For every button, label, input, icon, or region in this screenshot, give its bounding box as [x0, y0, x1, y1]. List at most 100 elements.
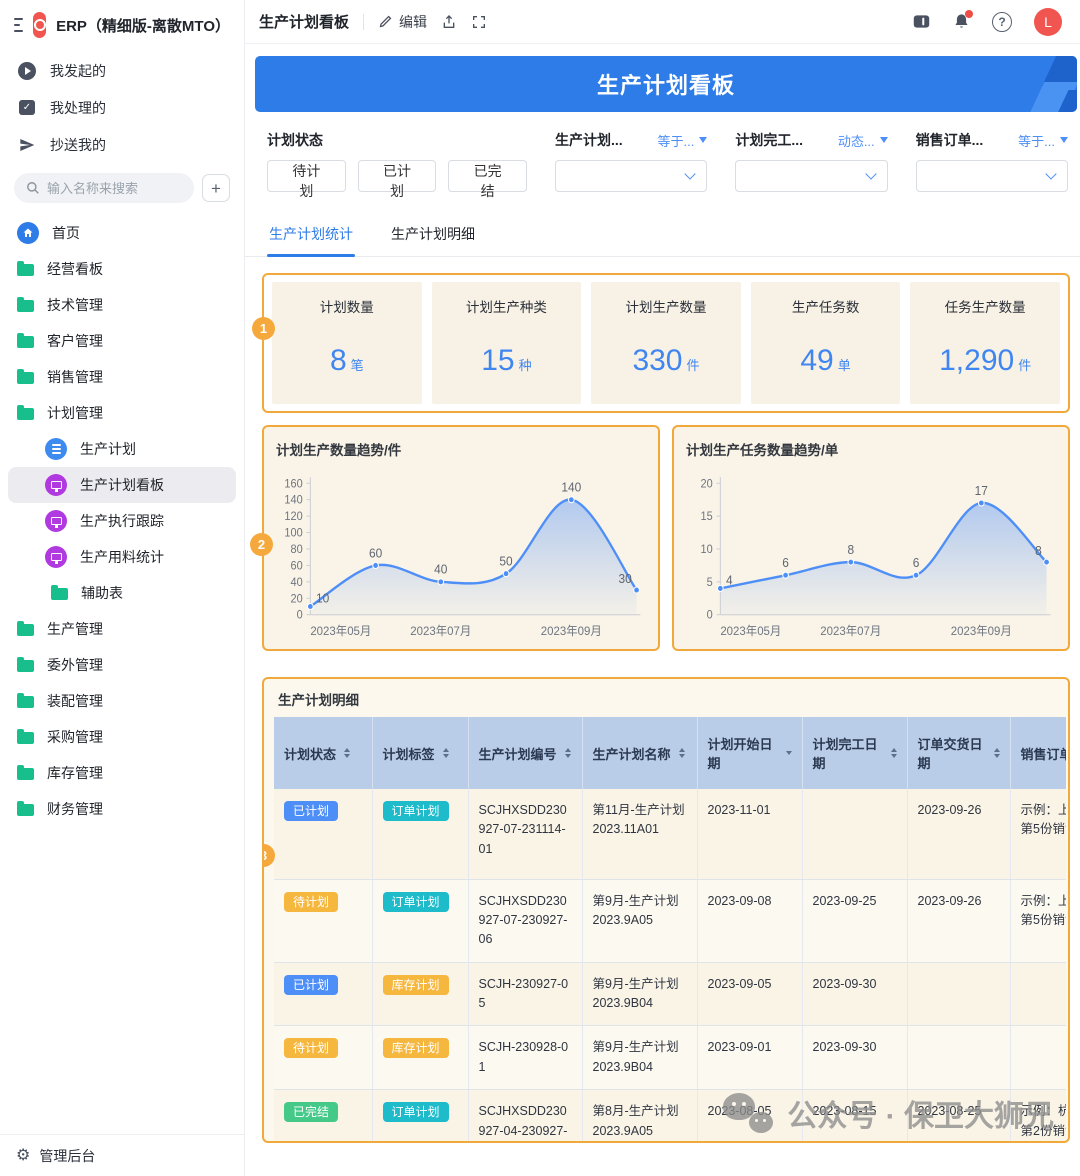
menu-toggle-icon[interactable]	[14, 18, 24, 32]
sidebar-item-assembly-mgmt[interactable]: 装配管理	[8, 683, 236, 719]
svg-text:40: 40	[291, 577, 303, 589]
svg-text:8: 8	[1035, 544, 1042, 558]
svg-text:60: 60	[369, 546, 382, 560]
sort-icon[interactable]	[564, 748, 571, 758]
sidebar-item-plan-mgmt[interactable]: 计划管理	[8, 395, 236, 431]
svg-text:2023年07月: 2023年07月	[410, 624, 471, 638]
tag-badge: 订单计划	[382, 1102, 449, 1123]
help-icon[interactable]: ?	[992, 11, 1012, 32]
avatar[interactable]: L	[1034, 7, 1062, 36]
sidebar-header: ERP（精细版-离散MTO）	[0, 0, 244, 46]
svg-text:20: 20	[701, 478, 713, 490]
operator-dropdown[interactable]: 等于...	[1018, 131, 1068, 150]
tag-badge: 库存计划	[382, 1038, 449, 1059]
sidebar-item-production-exec-track[interactable]: 生产执行跟踪	[8, 503, 236, 539]
sales-order-select[interactable]	[915, 160, 1068, 192]
sort-icon[interactable]	[890, 748, 897, 758]
operator-dropdown[interactable]: 等于...	[657, 131, 708, 150]
production-plan-select[interactable]	[555, 160, 708, 192]
sidebar-item-production-plan[interactable]: 生产计划	[8, 431, 236, 467]
filter-finished-button[interactable]: 已完结	[448, 160, 528, 199]
folder-icon	[17, 657, 34, 672]
page-title: 生产计划看板	[259, 14, 350, 31]
svg-text:20: 20	[291, 593, 303, 605]
filter-production-plan: 生产计划... 等于...	[555, 130, 708, 192]
svg-text:6: 6	[782, 556, 789, 570]
sidebar-item-finance-mgmt[interactable]: 财务管理	[8, 791, 236, 827]
search-box[interactable]	[14, 173, 194, 203]
svg-text:60: 60	[291, 560, 303, 572]
filter-plan-finish: 计划完工... 动态...	[735, 130, 888, 192]
sidebar-item-sales-mgmt[interactable]: 销售管理	[8, 359, 236, 395]
share-icon[interactable]	[441, 14, 457, 30]
sidebar-item-inventory-mgmt[interactable]: 库存管理	[8, 755, 236, 791]
tag-badge: 订单计划	[382, 891, 449, 912]
filter-pending-button[interactable]: 待计划	[267, 160, 346, 199]
app-logo-icon[interactable]	[33, 12, 47, 38]
table-row[interactable]: 已完结 订单计划 SCJHXSDD230927-04-230927-04 第8月…	[274, 1089, 1066, 1141]
col-sales-order[interactable]: 销售订单	[1010, 717, 1066, 789]
table-row[interactable]: 待计划 订单计划 SCJHXSDD230927-07-230927-06 第9月…	[274, 879, 1066, 963]
col-start-date[interactable]: 计划开始日期	[697, 717, 803, 789]
table-row[interactable]: 待计划 库存计划 SCJH-230928-01 第9月-生产计划 2023.9B…	[274, 1025, 1066, 1091]
svg-text:10: 10	[701, 544, 713, 556]
topbar: 生产计划看板 编辑 ? L	[245, 0, 1080, 44]
svg-text:2023年05月: 2023年05月	[310, 624, 371, 638]
sidebar-item-production-material-stats[interactable]: 生产用料统计	[8, 539, 236, 575]
sort-icon[interactable]	[678, 748, 685, 758]
svg-text:50: 50	[499, 554, 512, 568]
sidebar-item-outsourcing-mgmt[interactable]: 委外管理	[8, 647, 236, 683]
add-button[interactable]: +	[202, 174, 230, 202]
fullscreen-icon[interactable]	[471, 14, 487, 30]
svg-text:30: 30	[619, 572, 632, 586]
sort-icon[interactable]	[993, 748, 1000, 758]
table-scroll-area[interactable]: 计划状态 计划标签 生产计划编号 生产计划名称 计划开始日期 计划完工日期 订单…	[274, 717, 1066, 1141]
sidebar-item-aux-table[interactable]: 辅助表	[8, 575, 236, 611]
svg-text:160: 160	[284, 478, 302, 490]
sidebar-item-production-plan-board[interactable]: 生产计划看板	[8, 467, 236, 503]
notifications-bell-icon[interactable]	[953, 10, 973, 30]
svg-text:2023年05月: 2023年05月	[720, 624, 781, 638]
col-finish-date[interactable]: 计划完工日期	[802, 717, 908, 789]
svg-text:140: 140	[284, 494, 302, 506]
table-row[interactable]: 已计划 订单计划 SCJHXSDD230927-07-231114-01 第11…	[274, 789, 1066, 880]
panel-toggle-icon[interactable]	[912, 13, 931, 30]
filter-planned-button[interactable]: 已计划	[357, 160, 437, 199]
col-plan-status[interactable]: 计划状态	[274, 717, 373, 789]
tasks-icon: ✓	[17, 98, 37, 118]
col-plan-name[interactable]: 生产计划名称	[582, 717, 698, 789]
search-input[interactable]	[47, 180, 177, 196]
triangle-down-icon	[1059, 137, 1068, 143]
folder-icon	[17, 369, 34, 384]
nav-my-initiated[interactable]: 我发起的	[0, 52, 244, 89]
status-badge: 待计划	[284, 891, 339, 912]
col-delivery-date[interactable]: 订单交货日期	[907, 717, 1011, 789]
sidebar-item-home[interactable]: 首页	[8, 215, 236, 251]
col-plan-tag[interactable]: 计划标签	[372, 717, 469, 789]
sidebar-item-production-mgmt[interactable]: 生产管理	[8, 611, 236, 647]
sort-icon[interactable]	[344, 748, 351, 758]
sidebar-item-business-board[interactable]: 经营看板	[8, 251, 236, 287]
folder-icon	[17, 621, 34, 636]
sidebar-item-customer-mgmt[interactable]: 客户管理	[8, 323, 236, 359]
nav-my-todo[interactable]: ✓ 我处理的	[0, 89, 244, 126]
tab-plan-statistics[interactable]: 生产计划统计	[267, 214, 355, 257]
sort-desc-icon[interactable]	[785, 751, 792, 755]
section-marker-2: 2	[250, 533, 273, 556]
plan-detail-section: 3 生产计划明细 计划状态 计划标签 生产计划编号 生产计划名称 计划开始日期 …	[262, 677, 1070, 1143]
sort-icon[interactable]	[442, 748, 449, 758]
col-plan-code[interactable]: 生产计划编号	[468, 717, 583, 789]
chart-task-qty-trend: 计划生产任务数量趋势/单 0 5 10 15 20 2023年05月 2023年07月 202…	[672, 425, 1070, 651]
sidebar-item-tech-mgmt[interactable]: 技术管理	[8, 287, 236, 323]
table-row[interactable]: 已计划 库存计划 SCJH-230927-05 第9月-生产计划 2023.9B…	[274, 962, 1066, 1027]
tab-plan-detail[interactable]: 生产计划明细	[389, 214, 477, 256]
edit-button[interactable]: 编辑	[378, 12, 427, 32]
admin-console-link[interactable]: ⚙ 管理后台	[0, 1134, 244, 1176]
main-area: 生产计划看板 编辑 ? L 生产计划看板 计划状态 待计划 已计划 已完结 生产…	[245, 0, 1080, 1176]
nav-cc-me[interactable]: 抄送我的	[0, 126, 244, 163]
svg-text:0: 0	[707, 609, 713, 621]
dashboard-icon	[45, 474, 67, 496]
operator-dropdown[interactable]: 动态...	[838, 131, 888, 150]
sidebar-item-purchase-mgmt[interactable]: 采购管理	[8, 719, 236, 755]
plan-finish-select[interactable]	[735, 160, 888, 192]
